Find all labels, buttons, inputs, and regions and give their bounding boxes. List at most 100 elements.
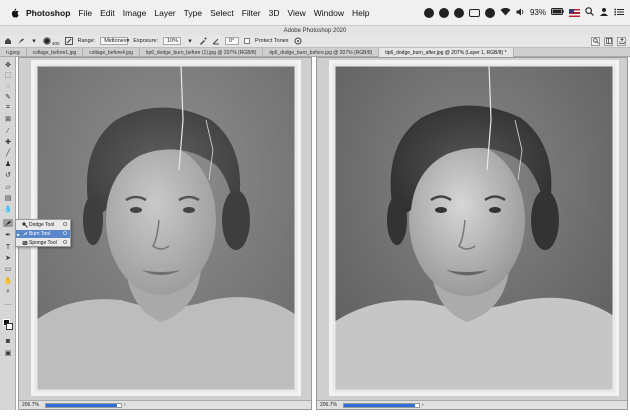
flyout-item-burn-tool[interactable]: ■ Burn Tool O xyxy=(16,230,70,238)
apple-icon[interactable] xyxy=(6,0,22,26)
creative-cloud-icon[interactable] xyxy=(423,7,434,18)
menu-help[interactable]: Help xyxy=(348,0,373,26)
desktop-strip xyxy=(0,410,630,420)
angle-input[interactable]: 0° xyxy=(225,37,240,45)
flyout-item-label: Sponge Tool xyxy=(29,240,57,246)
brush-settings-icon[interactable] xyxy=(64,37,73,45)
shortcut-key: O xyxy=(63,222,67,228)
exposure-value: 10% xyxy=(167,38,179,44)
display-icon[interactable] xyxy=(468,8,480,17)
menu-3d[interactable]: 3D xyxy=(265,0,284,26)
exposure-dropdown-icon[interactable]: ▾ xyxy=(186,37,194,45)
volume-icon[interactable] xyxy=(516,8,525,18)
tab-document[interactable]: tip6_dodge_burn_before.jpg @ 207% (RGB/8… xyxy=(263,48,380,57)
battery-icon[interactable] xyxy=(551,8,564,17)
type-tool-icon[interactable]: T xyxy=(3,243,13,251)
quick-mask-icon[interactable]: ◙ xyxy=(3,337,13,345)
tab-document[interactable]: collage_before4.jpg xyxy=(83,48,140,57)
toning-tools-flyout: Dodge Tool O ■ Burn Tool O Sponge Tool O xyxy=(15,219,71,247)
screen-mode-icon[interactable]: ▣ xyxy=(3,349,13,357)
angle-icon[interactable] xyxy=(212,37,220,45)
zoom-level[interactable]: 206.7% xyxy=(317,402,343,408)
background-color-swatch[interactable] xyxy=(6,323,13,330)
move-tool-icon[interactable]: ✥ xyxy=(3,61,13,69)
menu-file[interactable]: File xyxy=(74,0,96,26)
lasso-tool-icon[interactable]: ◌ xyxy=(3,82,13,90)
menu-image[interactable]: Image xyxy=(119,0,151,26)
zoom-tool-icon[interactable]: ⌕ xyxy=(3,288,13,296)
status-menu-chevron-icon[interactable]: › xyxy=(122,402,126,408)
us-flag-icon[interactable] xyxy=(569,8,580,17)
home-icon[interactable] xyxy=(4,37,12,45)
wifi-icon[interactable] xyxy=(500,7,511,18)
path-selection-tool-icon[interactable]: ➤ xyxy=(3,254,13,262)
protect-tones-checkbox[interactable] xyxy=(244,38,251,44)
flyout-item-label: Dodge Tool xyxy=(29,222,55,228)
rectangle-tool-icon[interactable]: ▭ xyxy=(3,265,13,273)
app-title: Adobe Photoshop 2020 xyxy=(283,27,347,34)
control-center-icon[interactable] xyxy=(599,7,609,18)
hand-tool-icon[interactable]: ✋ xyxy=(3,277,13,285)
brush-tool-icon[interactable]: ╱ xyxy=(3,149,13,157)
gradient-tool-icon[interactable]: ▤ xyxy=(3,194,13,202)
tab-document[interactable]: collage_before1.jpg xyxy=(27,48,84,57)
sync-icon[interactable] xyxy=(453,7,464,18)
eraser-tool-icon[interactable]: ▱ xyxy=(3,183,13,191)
frame-tool-icon[interactable]: ⊠ xyxy=(3,115,13,123)
menu-type[interactable]: Type xyxy=(180,0,206,26)
eyedropper-tool-icon[interactable]: ⁄ xyxy=(3,127,13,135)
burn-tool-preset-icon[interactable] xyxy=(17,37,25,45)
menu-filter[interactable]: Filter xyxy=(238,0,265,26)
menu-view[interactable]: View xyxy=(283,0,309,26)
photo-before xyxy=(31,60,301,396)
flyout-item-sponge-tool[interactable]: Sponge Tool O xyxy=(16,239,70,247)
range-select[interactable]: Midtones ▾ xyxy=(100,37,129,45)
protect-tones-label: Protect Tones xyxy=(255,38,289,44)
tab-document[interactable]: n.jpeg xyxy=(0,48,27,57)
menu-select[interactable]: Select xyxy=(206,0,238,26)
shortcut-key: O xyxy=(63,231,67,237)
range-label: Range: xyxy=(77,38,96,44)
document-window-after: 206.7% › xyxy=(316,57,628,410)
marquee-tool-icon[interactable]: ⬚ xyxy=(3,71,13,79)
tab-document-active[interactable]: tip6_dodge_burn_after.jpg @ 207% (Layer … xyxy=(379,48,514,57)
status-icons: 93% xyxy=(423,0,630,26)
burn-tool-icon[interactable] xyxy=(3,219,13,227)
more-tools-icon[interactable]: … xyxy=(3,299,13,307)
blur-tool-icon[interactable]: 💧 xyxy=(3,205,13,213)
menu-layer[interactable]: Layer xyxy=(150,0,179,26)
preset-dropdown-icon[interactable]: ▾ xyxy=(30,37,38,45)
exposure-input[interactable]: 10% xyxy=(163,37,182,45)
macos-menu-bar: Photoshop File Edit Image Layer Type Sel… xyxy=(0,0,630,26)
status-menu-chevron-icon[interactable]: › xyxy=(420,402,424,408)
share-icon[interactable] xyxy=(617,36,626,46)
quick-select-tool-icon[interactable]: ✎ xyxy=(3,93,13,101)
flyout-item-dodge-tool[interactable]: Dodge Tool O xyxy=(16,221,70,229)
notification-center-icon[interactable] xyxy=(614,8,624,18)
workspace-icon[interactable] xyxy=(604,36,613,46)
pen-tool-icon[interactable]: ✒ xyxy=(3,231,13,239)
clone-stamp-tool-icon[interactable]: ♟ xyxy=(3,160,13,168)
history-brush-tool-icon[interactable]: ↺ xyxy=(3,171,13,179)
healing-brush-tool-icon[interactable]: ✚ xyxy=(3,138,13,146)
menu-window[interactable]: Window xyxy=(310,0,348,26)
battery-percent: 93% xyxy=(529,8,546,17)
progress-fill xyxy=(344,403,416,407)
search-icon[interactable] xyxy=(591,36,600,46)
progress-bar xyxy=(45,402,122,408)
menu-edit[interactable]: Edit xyxy=(96,0,119,26)
tab-document[interactable]: tip6_dodge_burn_before (1).jpg @ 207% (R… xyxy=(140,48,264,57)
menu-photoshop[interactable]: Photoshop xyxy=(22,0,74,26)
time-machine-icon[interactable] xyxy=(484,7,495,18)
dodge-icon xyxy=(21,222,28,228)
flyout-item-label: Burn Tool xyxy=(29,231,51,237)
canvas-area[interactable] xyxy=(317,58,627,400)
spotlight-icon[interactable] xyxy=(585,7,594,18)
airbrush-icon[interactable] xyxy=(199,37,207,45)
crop-tool-icon[interactable]: ⌗ xyxy=(3,104,13,112)
brush-size-control[interactable] xyxy=(43,37,51,45)
dropbox-icon[interactable] xyxy=(438,7,449,18)
zoom-level[interactable]: 206.7% xyxy=(19,402,45,408)
pressure-size-icon[interactable] xyxy=(294,37,302,45)
photo-after xyxy=(329,60,619,396)
